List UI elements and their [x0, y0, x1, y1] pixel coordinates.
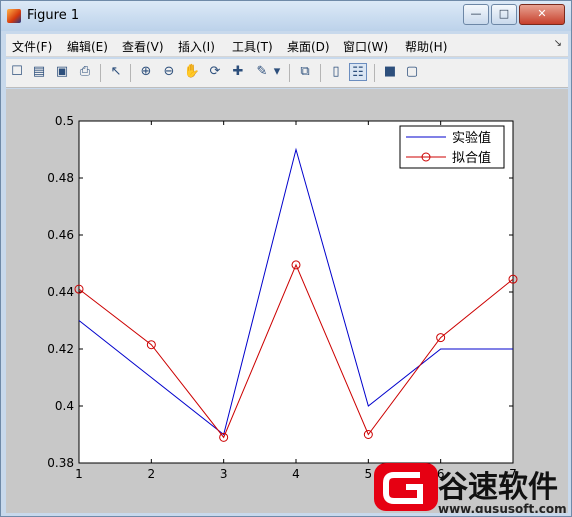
y-tick-label: 0.42	[47, 342, 74, 356]
brush-dropdown-icon[interactable]: ▾	[272, 63, 282, 81]
rotate-3d-icon[interactable]: ⟳	[206, 63, 224, 81]
menu-insert[interactable]: 插入(I)	[178, 38, 215, 55]
menu-view[interactable]: 查看(V)	[122, 38, 164, 55]
zoom-out-icon[interactable]: ⊖	[160, 63, 178, 81]
menu-bar: 文件(F) 编辑(E) 查看(V) 插入(I) 工具(T) 桌面(D) 窗口(W…	[6, 34, 568, 57]
toolbar-separator	[320, 64, 321, 82]
figure-window: Figure 1 — □ ✕ 文件(F) 编辑(E) 查看(V) 插入(I) 工…	[0, 0, 572, 517]
menu-tools[interactable]: 工具(T)	[232, 38, 273, 55]
y-tick-label: 0.38	[47, 456, 74, 470]
watermark-url: www.gususoft.com	[438, 502, 567, 513]
title-bar[interactable]: Figure 1 — □ ✕	[1, 1, 571, 31]
legend[interactable]: 实验值 拟合值	[399, 125, 505, 169]
y-tick-label: 0.46	[47, 228, 74, 242]
x-tick-label: 2	[148, 467, 156, 481]
x-tick-label: 3	[220, 467, 228, 481]
minimize-button[interactable]: —	[463, 4, 489, 25]
menu-desktop[interactable]: 桌面(D)	[287, 38, 330, 55]
window-title: Figure 1	[27, 8, 80, 23]
toolbar-separator	[289, 64, 290, 82]
close-button[interactable]: ✕	[519, 4, 565, 25]
figure-canvas[interactable]: 1 2 3 4 5 6 7 0.38 0.4 0.42 0.44 0.46 0.48 0.5 实验值 拟合…	[6, 89, 568, 516]
menu-window[interactable]: 窗口(W)	[343, 38, 388, 55]
link-plot-icon[interactable]: ⧉	[296, 63, 314, 81]
pan-hand-icon[interactable]: ✋	[183, 63, 201, 81]
colorbar-icon[interactable]: ▯	[327, 63, 345, 81]
show-plot-tools-icon[interactable]: ▢	[403, 63, 421, 81]
pointer-icon[interactable]: ↖	[107, 63, 125, 81]
open-file-icon[interactable]: ▤	[30, 63, 48, 81]
data-cursor-icon[interactable]: ✚	[229, 63, 247, 81]
print-icon[interactable]: ⎙	[76, 63, 94, 81]
x-tick-label: 4	[292, 467, 300, 481]
legend-label-experimental: 实验值	[452, 130, 491, 146]
y-tick-label: 0.5	[55, 114, 74, 128]
x-tick-label: 5	[365, 467, 373, 481]
watermark: 谷速软件 www.gususoft.com	[374, 463, 567, 516]
y-tick-label: 0.44	[47, 285, 74, 299]
hide-plot-tools-icon[interactable]: ■	[381, 63, 399, 81]
legend-label-fitted: 拟合值	[452, 150, 491, 166]
matlab-logo-icon	[7, 9, 21, 23]
plot-area[interactable]	[78, 120, 514, 464]
y-tick-label: 0.48	[47, 171, 74, 185]
toolbar-separator	[130, 64, 131, 82]
watermark-brand: 谷速软件	[438, 470, 558, 505]
zoom-in-icon[interactable]: ⊕	[137, 63, 155, 81]
line-chart[interactable]: 1 2 3 4 5 6 70.380.40.420.440.460.480.5 实验值 拟合…	[6, 89, 568, 516]
toolbar-separator	[374, 64, 375, 82]
brush-icon[interactable]: ✎	[253, 63, 271, 81]
y-tick-label: 0.4	[55, 399, 74, 413]
toolbar-separator	[100, 64, 101, 82]
maximize-button[interactable]: □	[491, 4, 517, 25]
menu-edit[interactable]: 编辑(E)	[67, 38, 108, 55]
new-figure-icon[interactable]: ☐	[8, 63, 26, 81]
menu-overflow-icon[interactable]: ↘	[554, 38, 562, 49]
legend-icon[interactable]: ☷	[349, 63, 367, 81]
menu-help[interactable]: 帮助(H)	[405, 38, 447, 55]
save-icon[interactable]: ▣	[53, 63, 71, 81]
menu-file[interactable]: 文件(F)	[12, 38, 52, 55]
toolbar: ☐ ▤ ▣ ⎙ ↖ ⊕ ⊖ ✋ ⟳ ✚ ✎ ▾ ⧉ ▯ ☷ ■ ▢	[6, 59, 568, 88]
x-tick-label: 1	[75, 467, 83, 481]
